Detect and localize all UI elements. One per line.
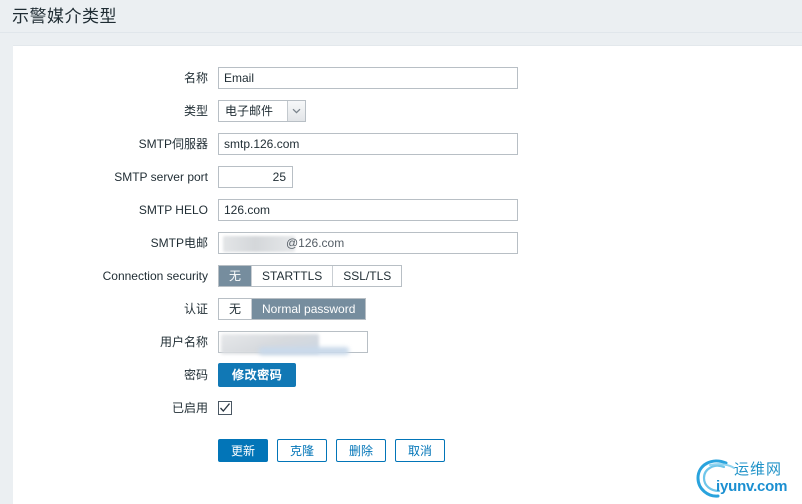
form-row-connection-security: Connection security 无 STARTTLS SSL/TLS: [13, 260, 802, 291]
alert-media-type-form: 名称 类型 电子邮件 SMTP伺服器: [13, 46, 802, 466]
form-row-type: 类型 电子邮件: [13, 95, 802, 126]
form-row-actions: 更新 克隆 删除 取消: [13, 435, 802, 466]
smtp-email-input[interactable]: @126.com: [218, 231, 518, 254]
username-input[interactable]: [218, 330, 368, 355]
delete-button[interactable]: 删除: [336, 439, 387, 462]
field-smtp-server: [218, 132, 518, 155]
name-input[interactable]: [218, 66, 518, 89]
authentication-option-none[interactable]: 无: [219, 298, 253, 319]
label-smtp-helo: SMTP HELO: [138, 202, 208, 217]
type-select-value: 电子邮件: [219, 100, 287, 121]
field-smtp-helo: [218, 198, 518, 221]
label-smtp-email: SMTP电邮: [150, 236, 208, 250]
clone-button[interactable]: 克隆: [277, 439, 328, 462]
connection-security-option-none[interactable]: 无: [219, 265, 253, 286]
label-name: 名称: [183, 71, 208, 85]
page-title: 示警媒介类型: [12, 7, 117, 26]
authentication-radio-group: 无 Normal password: [218, 297, 367, 320]
update-button[interactable]: 更新: [218, 439, 269, 462]
connection-security-radio-group: 无 STARTTLS SSL/TLS: [218, 264, 403, 287]
watermark-en-text: iyunv.com: [716, 478, 788, 495]
label-enabled: 已启用: [171, 401, 208, 415]
form-row-smtp-email: SMTP电邮 @126.com: [13, 227, 802, 258]
check-icon: [220, 402, 230, 412]
label-authentication: 认证: [183, 302, 208, 316]
form-card: 名称 类型 电子邮件 SMTP伺服器: [13, 45, 802, 504]
label-smtp-server: SMTP伺服器: [138, 137, 208, 151]
connection-security-option-starttls[interactable]: STARTTLS: [252, 265, 334, 286]
field-smtp-port: [218, 165, 293, 188]
field-password: 修改密码: [218, 362, 297, 387]
label-type: 类型: [183, 104, 208, 118]
watermark-cn-text: 运维网: [734, 461, 783, 478]
field-smtp-email: @126.com: [218, 231, 518, 254]
form-row-password: 密码 修改密码: [13, 359, 802, 390]
form-row-enabled: 已启用: [13, 392, 802, 423]
smtp-port-input[interactable]: [218, 165, 293, 188]
form-row-username: 用户名称: [13, 326, 802, 357]
field-authentication: 无 Normal password: [218, 297, 367, 320]
field-type: 电子邮件: [218, 99, 306, 122]
smtp-email-value: @126.com: [286, 235, 345, 250]
redaction-overlay-username-tail: [259, 346, 349, 355]
chevron-down-icon: [287, 100, 305, 121]
authentication-option-normal-password[interactable]: Normal password: [252, 298, 366, 319]
field-enabled: [218, 400, 232, 415]
form-row-smtp-server: SMTP伺服器: [13, 128, 802, 159]
site-watermark: 运维网 iyunv.com: [690, 456, 798, 502]
connection-security-option-ssltls[interactable]: SSL/TLS: [333, 265, 402, 286]
form-row-smtp-helo: SMTP HELO: [13, 194, 802, 225]
label-connection-security: Connection security: [102, 268, 208, 283]
smtp-server-input[interactable]: [218, 132, 518, 155]
smtp-helo-input[interactable]: [218, 198, 518, 221]
redaction-overlay-username: [221, 333, 319, 354]
label-password: 密码: [183, 368, 208, 382]
cancel-button[interactable]: 取消: [395, 439, 446, 462]
field-name: [218, 66, 518, 89]
field-connection-security: 无 STARTTLS SSL/TLS: [218, 264, 403, 287]
page-header: 示警媒介类型: [0, 0, 802, 33]
form-action-buttons: 更新 克隆 删除 取消: [218, 439, 446, 462]
form-row-name: 名称: [13, 62, 802, 93]
label-username: 用户名称: [159, 335, 208, 349]
change-password-button[interactable]: 修改密码: [218, 362, 297, 387]
type-select[interactable]: 电子邮件: [218, 99, 306, 122]
form-row-authentication: 认证 无 Normal password: [13, 293, 802, 324]
field-username: [218, 330, 368, 355]
enabled-checkbox[interactable]: [218, 400, 232, 415]
form-row-smtp-port: SMTP server port: [13, 161, 802, 192]
label-smtp-port: SMTP server port: [114, 169, 208, 184]
